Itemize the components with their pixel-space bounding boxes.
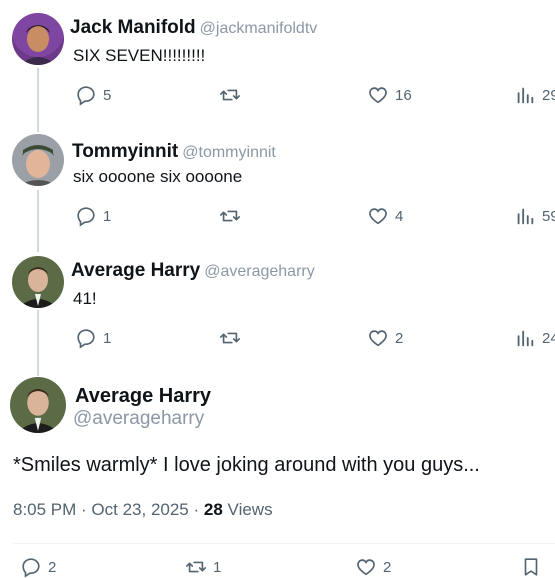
like-button[interactable]: 16	[367, 84, 412, 106]
action-bar: 1 2 24	[72, 327, 555, 351]
views-icon	[517, 208, 534, 225]
heart-icon	[369, 208, 387, 225]
views-label: Views	[227, 500, 273, 519]
bookmark-icon	[524, 558, 538, 576]
thread-line	[37, 68, 39, 132]
reply-count: 5	[103, 86, 112, 104]
avatar[interactable]	[12, 13, 64, 65]
divider	[13, 543, 555, 544]
bookmark-button[interactable]	[520, 556, 542, 578]
reply-icon	[77, 207, 95, 227]
reply-button[interactable]: 2	[20, 556, 56, 578]
main-action-bar: 2 1 2	[0, 556, 555, 578]
display-name[interactable]: Tommyinnit	[72, 141, 178, 162]
views-count: 24	[542, 329, 555, 347]
repost-icon	[220, 210, 240, 222]
reply-icon	[77, 329, 95, 349]
tweet-text: SIX SEVEN!!!!!!!!!	[73, 46, 206, 65]
handle[interactable]: @jackmanifoldtv	[200, 20, 318, 37]
like-button[interactable]: 2	[367, 327, 403, 349]
reply-icon	[22, 558, 40, 578]
avatar[interactable]	[12, 256, 64, 308]
reply-icon	[77, 86, 95, 106]
repost-icon	[186, 561, 206, 573]
handle[interactable]: @averageharry	[204, 263, 315, 280]
heart-icon	[369, 330, 387, 347]
tweet-text: six oooone six oooone	[73, 167, 243, 186]
display-name[interactable]: Average Harry	[71, 260, 200, 281]
views-count: 29	[542, 86, 555, 104]
repost-button[interactable]	[219, 205, 241, 227]
repost-button[interactable]: 1	[185, 556, 221, 578]
action-bar: 5 16 29	[72, 84, 555, 108]
thread-line	[37, 310, 39, 376]
views-button[interactable]: 29	[514, 84, 555, 106]
main-avatar[interactable]	[10, 377, 66, 433]
main-handle[interactable]: @averageharry	[73, 408, 204, 430]
like-count: 4	[395, 207, 404, 225]
reply-button[interactable]: 1	[75, 205, 111, 227]
repost-icon	[220, 332, 240, 344]
repost-button[interactable]	[219, 327, 241, 349]
heart-icon	[357, 559, 375, 576]
tweet-text: 41!	[73, 289, 97, 308]
views-button[interactable]: 59	[514, 205, 555, 227]
views-count: 28	[203, 500, 223, 519]
reply-button[interactable]: 5	[75, 84, 111, 106]
handle[interactable]: @tommyinnit	[182, 144, 276, 161]
tweet-meta: 8:05 PM · Oct 23, 2025 · 28 Views	[13, 500, 273, 519]
action-bar: 1 4 59	[72, 205, 555, 229]
repost-button[interactable]	[219, 84, 241, 106]
avatar[interactable]	[12, 134, 64, 186]
views-button[interactable]: 24	[514, 327, 555, 349]
views-icon	[517, 87, 534, 104]
tweet-date[interactable]: Oct 23, 2025	[91, 500, 188, 519]
reply-count: 1	[103, 329, 112, 347]
thread-line	[37, 190, 39, 252]
repost-icon	[220, 89, 240, 101]
repost-count: 1	[213, 558, 222, 576]
main-display-name[interactable]: Average Harry	[75, 385, 211, 408]
like-count: 2	[395, 329, 404, 347]
like-count: 16	[395, 86, 412, 104]
reply-count: 2	[48, 558, 57, 576]
heart-icon	[369, 87, 387, 104]
like-button[interactable]: 2	[355, 556, 391, 578]
like-button[interactable]: 4	[367, 205, 403, 227]
views-count: 59	[542, 207, 555, 225]
reply-button[interactable]: 1	[75, 327, 111, 349]
main-tweet-text: *Smiles warmly* I love joking around wit…	[13, 454, 480, 476]
tweet-time[interactable]: 8:05 PM	[13, 500, 76, 519]
like-count: 2	[383, 558, 392, 576]
display-name[interactable]: Jack Manifold	[70, 17, 196, 38]
reply-count: 1	[103, 207, 112, 225]
views-icon	[517, 330, 534, 347]
